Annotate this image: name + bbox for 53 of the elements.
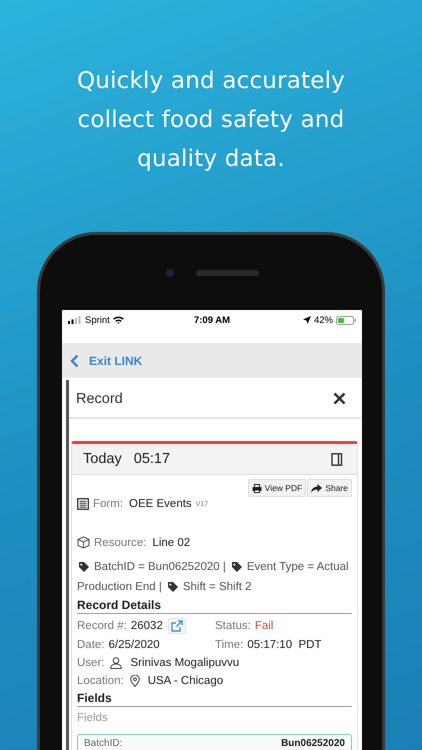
camera-icon bbox=[166, 268, 174, 276]
map-pin-icon bbox=[130, 675, 140, 687]
field-value: Bun06252020 bbox=[281, 738, 345, 749]
record-number-label: Record #: bbox=[77, 620, 127, 632]
tag-icon bbox=[168, 582, 179, 592]
tag-text: BatchID = Bun06252020 | bbox=[94, 560, 226, 575]
print-icon bbox=[252, 484, 262, 492]
tag-icon bbox=[232, 562, 243, 572]
headline: Quickly and accurately collect food safety and quality data. bbox=[76, 67, 346, 174]
speaker-icon bbox=[196, 270, 258, 276]
status-value: Fail bbox=[254, 620, 274, 632]
resource-label: Resource: bbox=[94, 536, 146, 548]
tag-text: Shift = Shift 2 bbox=[182, 580, 252, 595]
person-icon bbox=[110, 657, 122, 669]
location-arrow-icon bbox=[302, 316, 311, 324]
field-label: BatchID: bbox=[84, 738, 122, 749]
close-icon[interactable] bbox=[333, 392, 346, 405]
form-label: Form: bbox=[93, 498, 124, 510]
location-name: USA - Chicago bbox=[148, 675, 224, 687]
user-label: User: bbox=[77, 657, 104, 669]
tag-text: Event Type = Actual bbox=[246, 560, 349, 575]
external-link-icon bbox=[170, 620, 183, 632]
form-name: OEE Events bbox=[129, 498, 192, 510]
battery-icon bbox=[336, 316, 356, 324]
time-label: Time: bbox=[215, 638, 244, 650]
tag-text: Production End | bbox=[77, 580, 162, 595]
user-name: Srinivas Mogalipuvvu bbox=[130, 657, 240, 669]
record-number: 26032 bbox=[130, 620, 163, 632]
share-icon bbox=[311, 484, 322, 492]
box-icon bbox=[77, 536, 90, 549]
notebook-icon[interactable] bbox=[331, 452, 343, 466]
external-link-button[interactable] bbox=[168, 618, 186, 634]
date-label: Date: bbox=[77, 638, 104, 650]
status-label: Status: bbox=[215, 620, 251, 632]
list-icon bbox=[77, 498, 89, 510]
clock-time: 7:09 AM bbox=[194, 314, 230, 326]
tag-icon bbox=[79, 562, 90, 572]
view-pdf-button[interactable]: View PDF bbox=[248, 479, 306, 497]
share-button[interactable]: Share bbox=[307, 479, 352, 497]
location-label: Location: bbox=[77, 675, 124, 687]
wifi-icon bbox=[112, 316, 124, 324]
carrier-label: Sprint bbox=[85, 314, 110, 326]
back-chevron-icon bbox=[70, 354, 79, 368]
date-value: 6/25/2020 bbox=[108, 638, 160, 650]
resource-name: Line 02 bbox=[152, 536, 190, 548]
record-date-time: Today 05:17 bbox=[83, 451, 170, 467]
battery-percent: 42% bbox=[314, 314, 333, 326]
section-title: Fields bbox=[77, 691, 352, 707]
panel-title: Record bbox=[76, 390, 123, 406]
fields-caption: Fields bbox=[77, 712, 109, 726]
section-title: Record Details bbox=[77, 598, 352, 614]
signal-icon bbox=[68, 316, 82, 324]
time-value: 05:17:10 PDT bbox=[247, 638, 322, 650]
